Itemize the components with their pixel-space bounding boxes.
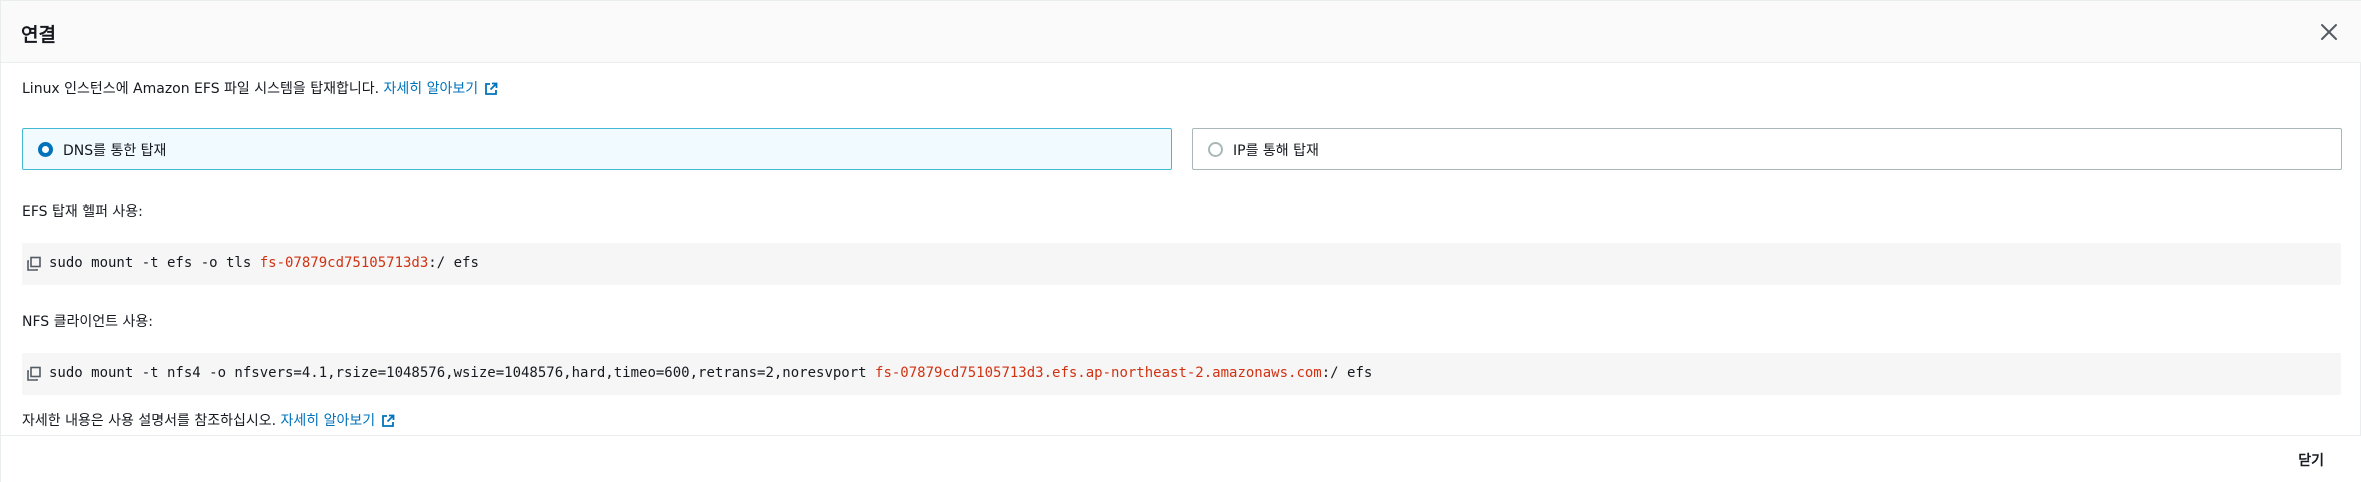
efs-helper-command[interactable]: sudo mount -t efs -o tls fs-07879cd75105… [49,255,479,271]
nfs-client-command-box: sudo mount -t nfs4 -o nfsvers=4.1,rsize=… [22,353,2341,395]
command-text: sudo mount -t efs -o tls [49,255,260,271]
footnote-learn-more-link[interactable]: 자세히 알아보기 [281,413,396,429]
modal-header: 연결 [1,1,2361,63]
option-mount-via-ip[interactable]: IP를 통해 탑재 [1192,128,2342,170]
close-button[interactable]: 닫기 [2298,450,2324,470]
footnote-line: 자세한 내용은 사용 설명서를 참조하십시오. 자세히 알아보기 [22,410,395,430]
close-icon[interactable] [2318,21,2340,43]
external-link-icon [485,82,498,95]
command-text: :/ efs [1321,365,1373,381]
nfs-client-label: NFS 클라이언트 사용: [22,314,153,330]
modal-footer: 닫기 [1,435,2361,482]
file-system-dns-name: fs-07879cd75105713d3.efs.ap-northeast-2.… [875,365,1322,381]
copy-icon[interactable] [26,366,42,382]
footnote-text: 자세한 내용은 사용 설명서를 참조하십시오. [22,413,277,429]
footnote-link-label: 자세히 알아보기 [280,413,376,429]
efs-helper-label: EFS 탑재 헬퍼 사용: [22,204,143,220]
copy-icon[interactable] [26,256,42,272]
learn-more-link[interactable]: 자세히 알아보기 [384,81,499,97]
option-label: DNS를 통한 탑재 [63,143,167,159]
nfs-client-command[interactable]: sudo mount -t nfs4 -o nfsvers=4.1,rsize=… [49,365,1372,381]
option-label: IP를 통해 탑재 [1233,143,1319,159]
intro-text: Linux 인스턴스에 Amazon EFS 파일 시스템을 탑재합니다. [22,81,380,97]
efs-helper-command-box: sudo mount -t efs -o tls fs-07879cd75105… [22,243,2341,285]
option-mount-via-dns[interactable]: DNS를 통한 탑재 [22,128,1172,170]
modal-title: 연결 [21,24,56,46]
intro-line: Linux 인스턴스에 Amazon EFS 파일 시스템을 탑재합니다. 자세… [22,78,498,98]
external-link-icon [382,414,395,427]
command-text: :/ efs [428,255,479,271]
connect-modal: 연결 Linux 인스턴스에 Amazon EFS 파일 시스템을 탑재합니다.… [0,0,2361,482]
command-text: sudo mount -t nfs4 -o nfsvers=4.1,rsize=… [49,365,876,381]
radio-icon[interactable] [38,142,53,157]
radio-icon[interactable] [1208,142,1223,157]
file-system-id: fs-07879cd75105713d3 [259,255,429,271]
learn-more-link-label: 자세히 알아보기 [383,81,479,97]
